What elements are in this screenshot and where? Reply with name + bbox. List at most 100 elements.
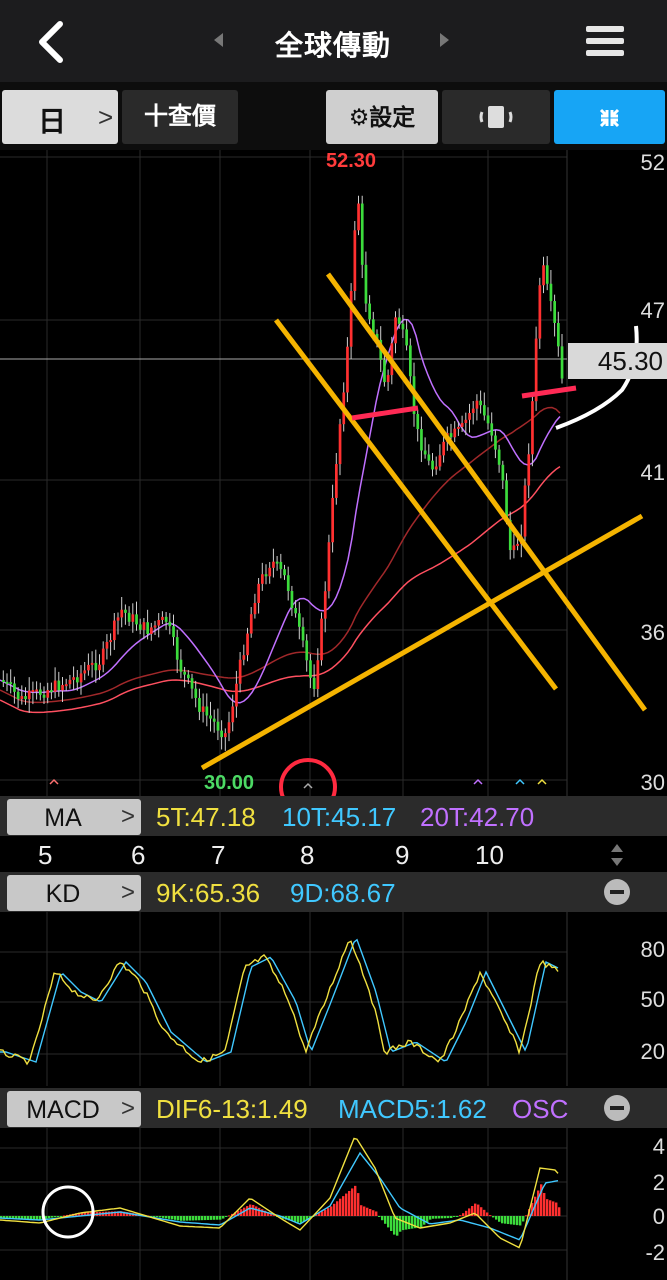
prev-stock-arrow-icon[interactable] <box>214 33 223 47</box>
macd-osc-bar <box>420 1216 423 1228</box>
resize-handle-icon[interactable] <box>609 842 625 868</box>
macd-osc-bar <box>33 1216 36 1220</box>
macd-osc-bar <box>333 1203 336 1216</box>
macd-osc-bar <box>345 1193 348 1216</box>
ma-line-60 <box>0 406 561 704</box>
macd-osc-bar <box>36 1216 39 1220</box>
candle-body <box>35 689 38 692</box>
ma-button-label: MA <box>44 804 82 832</box>
macd-osc-bar <box>444 1216 447 1219</box>
candle-body <box>50 690 53 693</box>
candle-body <box>512 545 516 551</box>
candle-body <box>560 346 564 379</box>
macd-osc-bar <box>549 1200 552 1216</box>
candle-body <box>20 696 24 700</box>
macd-osc-bar <box>558 1207 561 1216</box>
settings-button[interactable]: ⚙設定 <box>326 90 438 144</box>
macd-button[interactable]: MACD > <box>7 1091 141 1127</box>
candle-body <box>146 622 149 634</box>
month-label: 6 <box>131 840 146 870</box>
candle-body <box>179 659 183 672</box>
kd-button[interactable]: KD > <box>7 875 141 911</box>
month-label: 8 <box>300 840 315 870</box>
macd-osc-bar <box>351 1188 354 1216</box>
remove-kd-icon[interactable] <box>604 879 630 905</box>
rotate-screen-button[interactable] <box>442 90 550 144</box>
macd-osc-bar <box>525 1215 528 1217</box>
candle-body <box>205 706 209 716</box>
macd-osc-bar <box>342 1196 345 1216</box>
macd-osc-bar <box>489 1215 492 1217</box>
candle-body <box>61 684 64 691</box>
macd-osc-bar <box>324 1209 327 1216</box>
candle-body <box>246 633 249 656</box>
marker-red-left <box>351 405 419 421</box>
period-selector-button[interactable]: 日 > <box>2 90 118 144</box>
chevron-right-icon: > <box>120 1095 135 1122</box>
candle-body <box>161 616 164 621</box>
kd-k-value: 9K:65.36 <box>156 878 261 908</box>
macd-osc-bar <box>372 1210 375 1216</box>
macd-osc-bar <box>393 1216 396 1235</box>
candle-body <box>87 664 90 671</box>
fullscreen-collapse-button[interactable] <box>554 90 665 144</box>
candle-body <box>105 642 109 649</box>
macd-osc-bar <box>213 1216 216 1220</box>
price-tick-41: 41 <box>640 460 665 485</box>
macd-osc-bar <box>183 1216 186 1221</box>
candle-body <box>438 455 442 467</box>
remove-macd-icon[interactable] <box>604 1095 630 1121</box>
candle-body <box>301 626 305 641</box>
macd-osc-bar <box>486 1212 489 1216</box>
quote-button[interactable]: 十查價 <box>122 90 238 144</box>
menu-icon[interactable] <box>586 26 624 60</box>
macd-osc-bar <box>498 1216 501 1222</box>
candle-body <box>523 485 527 537</box>
candle-body <box>468 413 471 420</box>
macd-osc-bar <box>453 1216 456 1218</box>
macd-osc-bar <box>441 1216 444 1219</box>
candle-body <box>323 591 327 619</box>
ma-button[interactable]: MA > <box>7 799 141 835</box>
price-tick-47: 47 <box>640 298 665 323</box>
candle-body <box>357 203 360 231</box>
candle-body <box>249 614 253 634</box>
macd-osc-bar <box>381 1216 384 1221</box>
macd-osc-bar <box>432 1216 435 1219</box>
candle-body <box>94 662 98 671</box>
candle-body <box>290 590 294 609</box>
back-chevron-icon[interactable] <box>32 18 72 66</box>
next-stock-arrow-icon[interactable] <box>440 33 449 47</box>
macd-osc-bar <box>390 1216 393 1231</box>
price-tick-52: 52 <box>640 150 665 175</box>
kd-tick-50: 50 <box>640 987 665 1012</box>
candle-body <box>257 583 260 603</box>
candle-body <box>261 574 264 584</box>
macd-osc-bar <box>156 1216 159 1217</box>
macd-button-label: MACD <box>26 1096 100 1124</box>
candle-body <box>538 285 542 339</box>
macd-osc-bar <box>399 1216 402 1232</box>
candle-body <box>194 688 198 698</box>
candle-body <box>120 609 124 618</box>
high-price-label: 52.30 <box>326 150 377 172</box>
candle-body <box>175 637 179 660</box>
candle-body <box>312 677 316 690</box>
ma-line-20 <box>0 318 561 704</box>
macd-osc-bar <box>438 1216 441 1219</box>
candle-body <box>164 616 168 622</box>
macd-osc-bar <box>363 1206 366 1216</box>
macd-osc-bar <box>336 1201 339 1216</box>
macd-osc-bar <box>426 1216 429 1223</box>
candle-body <box>409 345 412 377</box>
macd-osc-bar <box>321 1211 324 1216</box>
kd-tick-80: 80 <box>640 937 665 962</box>
candle-body <box>494 435 497 450</box>
price-chart[interactable]: 52 47 41 36 30 45.30 52.30 30.00 <box>0 150 667 816</box>
chevron-right-icon: > <box>120 803 135 830</box>
marker-red-right <box>521 385 577 399</box>
candle-body <box>383 359 386 383</box>
macd-osc-bar <box>330 1206 333 1216</box>
macd-osc-bar <box>459 1215 462 1217</box>
kd-indicator-bar: KD > 9K:65.36 9D:68.67 <box>0 872 667 912</box>
